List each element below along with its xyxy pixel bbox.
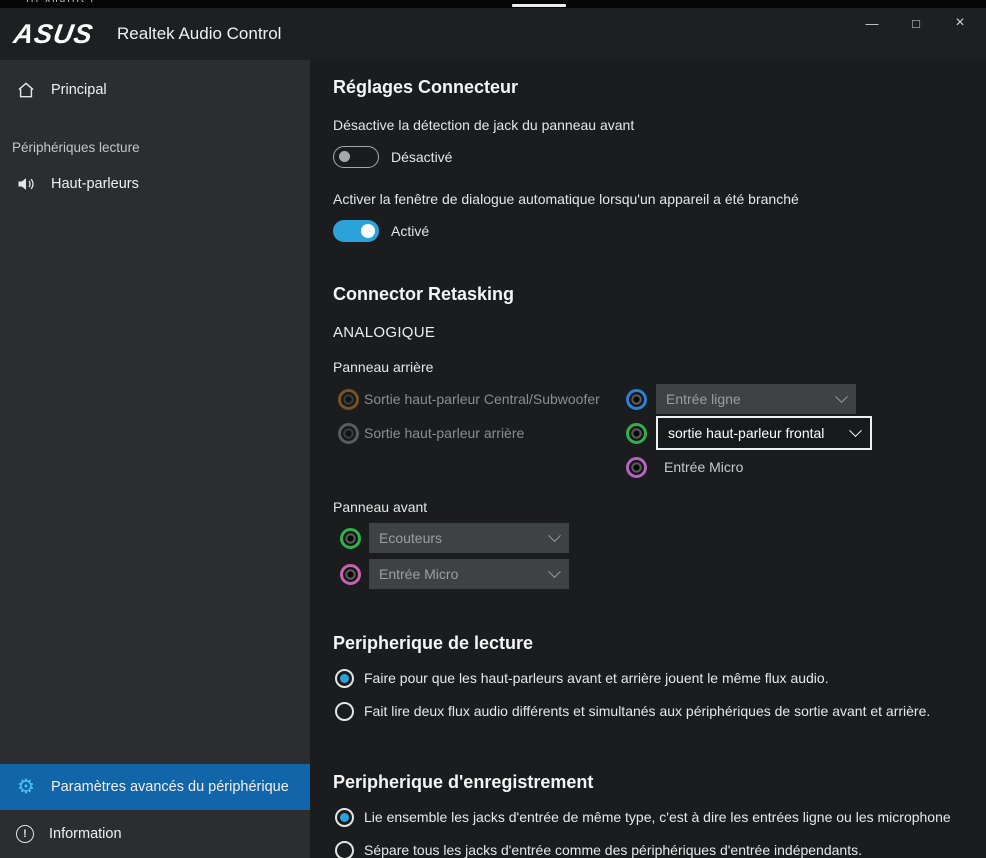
rear-row-left-label: Sortie haut-parleur Central/Subwoofer (364, 391, 626, 407)
section-title-playback-device: Peripherique de lecture (333, 632, 986, 655)
info-icon (16, 825, 34, 843)
radio-separate-inputs[interactable] (335, 841, 354, 858)
playback-option-row: Faire pour que les haut-parleurs avant e… (333, 668, 986, 688)
playback-option-row: Fait lire deux flux audio différents et … (333, 701, 986, 721)
section-title-recording-device: Peripherique d'enregistrement (333, 771, 986, 794)
sidebar-item-label: Principal (51, 82, 107, 98)
sidebar-item-label: Haut-parleurs (51, 176, 139, 192)
jack-detection-label: Désactive la détection de jack du pannea… (333, 116, 986, 134)
jack-gray-icon (338, 423, 359, 444)
sidebar-section-playback-devices: Périphériques lecture (0, 132, 310, 162)
retask-dropdown-headphones[interactable]: Ecouteurs (369, 523, 569, 553)
recording-option-row: Sépare tous les jacks d'entrée comme des… (333, 840, 986, 858)
section-title-connector-settings: Réglages Connecteur (333, 76, 986, 99)
gear-icon: ⚙ (16, 777, 36, 797)
sidebar-item-speakers[interactable]: Haut-parleurs (0, 162, 310, 206)
jack-orange-icon (338, 389, 359, 410)
sidebar: Principal Périphériques lecture Haut-par… (0, 60, 310, 858)
jack-purple-icon (626, 457, 647, 478)
dropdown-value: Entrée ligne (666, 391, 741, 407)
dropdown-value: sortie haut-parleur frontal (668, 425, 824, 441)
toggle-knob (361, 224, 375, 238)
retask-dropdown-mic-in[interactable]: Entrée Micro (369, 559, 569, 589)
rear-panel-grid: Sortie haut-parleur Central/Subwoofer En… (333, 382, 986, 484)
background-window-fragment: ııı xnuffit ı (26, 0, 95, 5)
analog-subtitle: ANALOGIQUE (333, 323, 986, 343)
front-panel-row: Ecouteurs (333, 522, 986, 554)
sidebar-item-information[interactable]: Information (0, 810, 310, 858)
jack-green-icon (340, 528, 361, 549)
chevron-down-icon (548, 529, 561, 542)
jack-detection-state: Désactivé (391, 148, 452, 166)
jack-detection-toggle[interactable] (333, 146, 379, 168)
front-panel-label: Panneau avant (333, 498, 986, 516)
mic-in-label: Entrée Micro (656, 459, 986, 475)
sidebar-item-advanced-settings[interactable]: ⚙ Paramètres avancés du périphérique (0, 764, 310, 810)
sidebar-item-principal[interactable]: Principal (0, 68, 310, 112)
speaker-icon (16, 174, 36, 194)
jack-pink-icon (340, 564, 361, 585)
auto-popup-state: Activé (391, 222, 429, 240)
sidebar-item-label: Information (49, 826, 122, 842)
rear-panel-label: Panneau arrière (333, 358, 986, 376)
radio-label: Sépare tous les jacks d'entrée comme des… (364, 842, 862, 858)
jack-green-icon (626, 423, 647, 444)
auto-popup-toggle[interactable] (333, 220, 379, 242)
sidebar-item-label: Paramètres avancés du périphérique (51, 779, 289, 795)
jack-blue-icon (626, 389, 647, 410)
radio-different-streams[interactable] (335, 702, 354, 721)
front-panel-row: Entrée Micro (333, 558, 986, 590)
toggle-knob (339, 151, 350, 162)
chevron-down-icon (548, 565, 561, 578)
chevron-down-icon (849, 424, 862, 437)
app-header: ASUS Realtek Audio Control (0, 8, 986, 60)
retask-dropdown-front-speaker-out[interactable]: sortie haut-parleur frontal (656, 416, 872, 450)
dropdown-value: Entrée Micro (379, 566, 458, 582)
radio-same-stream[interactable] (335, 669, 354, 688)
recording-option-row: Lie ensemble les jacks d'entrée de même … (333, 807, 986, 827)
retask-dropdown-line-in[interactable]: Entrée ligne (656, 384, 856, 414)
auto-popup-label: Activer la fenêtre de dialogue automatiq… (333, 190, 986, 208)
dropdown-value: Ecouteurs (379, 530, 442, 546)
minimize-button[interactable]: — (850, 10, 894, 36)
section-title-connector-retasking: Connector Retasking (333, 283, 986, 306)
home-icon (16, 80, 36, 100)
maximize-button[interactable]: □ (894, 10, 938, 36)
asus-logo: ASUS (11, 19, 95, 50)
radio-label: Faire pour que les haut-parleurs avant e… (364, 670, 829, 686)
tab-indicator (512, 4, 566, 7)
main-content: Réglages Connecteur Désactive la détecti… (310, 60, 986, 858)
radio-label: Lie ensemble les jacks d'entrée de même … (364, 809, 951, 825)
radio-label: Fait lire deux flux audio différents et … (364, 703, 930, 719)
app-title: Realtek Audio Control (117, 24, 281, 44)
radio-tie-inputs[interactable] (335, 808, 354, 827)
window-controls: — □ × (850, 10, 982, 36)
rear-row-left-label: Sortie haut-parleur arrière (364, 425, 626, 441)
close-button[interactable]: × (938, 10, 982, 36)
realtek-audio-control-window: — □ × ASUS Realtek Audio Control Princip… (0, 8, 986, 858)
background-window-strip: ııı xnuffit ı (0, 0, 986, 8)
chevron-down-icon (835, 390, 848, 403)
